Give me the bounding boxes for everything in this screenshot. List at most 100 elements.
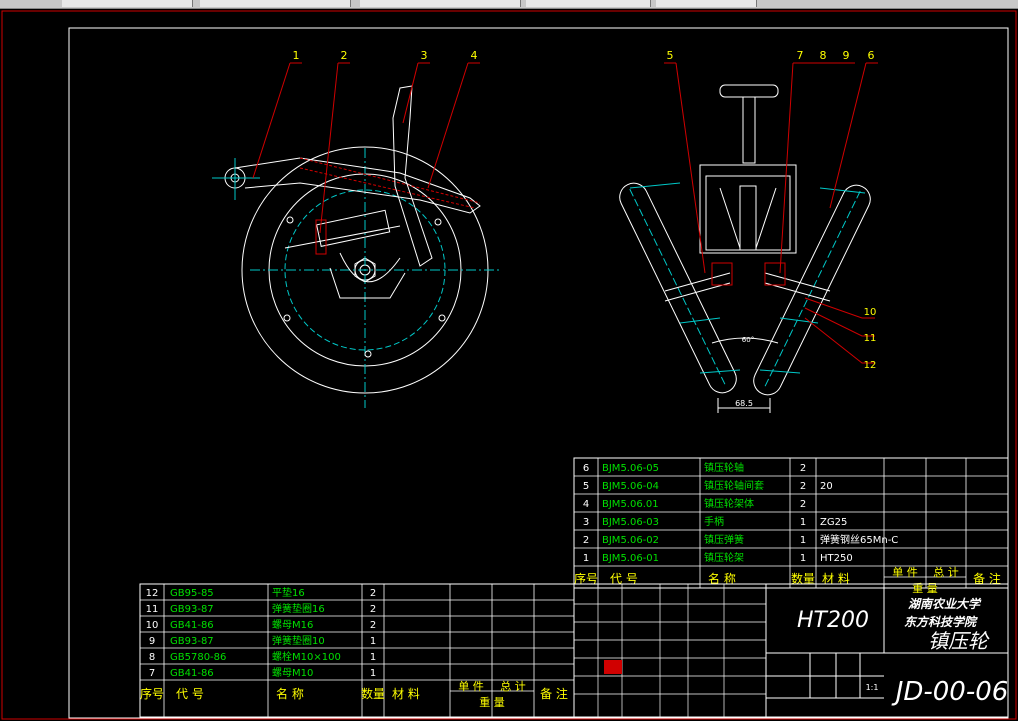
tab-4[interactable] <box>526 0 651 7</box>
left-axle-nut <box>711 262 733 286</box>
tab-2[interactable] <box>200 0 351 7</box>
lower-row-name: 弹簧垫圈16 <box>272 602 325 615</box>
upper-row-code: BJM5.06.01 <box>602 499 659 510</box>
balloon-9: 9 <box>843 49 850 62</box>
handle <box>392 85 433 267</box>
center-frame-inner <box>705 175 791 251</box>
bolt-hole <box>283 314 291 322</box>
balloon-1: 1 <box>293 49 300 62</box>
upper-row-code: BJM5.06-03 <box>602 517 659 528</box>
lower-header-seq: 序号 <box>140 686 164 701</box>
material-label: HT200 <box>797 608 869 633</box>
upper-row-name: 镇压轮架体 <box>704 497 754 510</box>
upper-row-material: 20 <box>820 481 833 492</box>
lower-row-qty: 2 <box>370 588 376 599</box>
lower-header-name: 名 称 <box>276 686 304 701</box>
lower-row-no: 9 <box>149 636 155 647</box>
upper-row-qty: 1 <box>800 517 806 528</box>
balloon-12: 12 <box>864 360 877 371</box>
dim-spacing: 68.5 <box>735 399 753 408</box>
parts-list-upper: 6 BJM5.06-05 镇压轮轴 2 5 BJM5.06-04 镇压轮轴间套 2 20 4 BJM… <box>573 457 1009 595</box>
lower-row-qty: 2 <box>370 604 376 615</box>
upper-row-material: HT250 <box>820 553 853 564</box>
lower-row-no: 12 <box>146 588 159 599</box>
tab-3[interactable] <box>360 0 521 7</box>
lower-row-code: GB41-86 <box>170 668 214 679</box>
lower-row-qty: 1 <box>370 636 376 647</box>
tab-5[interactable] <box>656 0 757 7</box>
school-name-1: 湖南农业大学 <box>908 597 982 611</box>
upper-row-no: 2 <box>583 535 589 546</box>
balloon-5: 5 <box>667 49 674 62</box>
upper-row-qty: 1 <box>800 535 806 546</box>
balloon-2: 2 <box>341 49 348 62</box>
tab-1[interactable] <box>62 0 193 7</box>
center-plate <box>739 185 757 251</box>
lower-row-no: 11 <box>146 604 159 615</box>
lower-row-name: 平垫16 <box>272 586 305 599</box>
upper-row-qty: 1 <box>800 553 806 564</box>
spring-rod <box>284 225 401 249</box>
lower-row-no: 7 <box>149 668 155 679</box>
upper-row-material: 弹簧钢丝65Mn-C <box>820 533 898 546</box>
balloon-10: 10 <box>864 307 877 318</box>
bolt-hole <box>286 216 294 224</box>
upper-row-code: BJM5.06-05 <box>602 463 659 474</box>
balloon-11: 11 <box>864 333 877 344</box>
upper-header-single: 单 件 <box>892 566 918 579</box>
bracket <box>329 267 406 299</box>
bolt-hole <box>364 350 372 358</box>
front-view <box>619 84 871 413</box>
lower-row-name: 螺栓M10×100 <box>272 650 341 663</box>
scale-value: 1:1 <box>866 683 879 692</box>
lower-header-single: 单 件 <box>458 680 484 693</box>
upper-header-weight: 重 量 <box>912 581 938 595</box>
upper-row-code: BJM5.06-02 <box>602 535 659 546</box>
upper-row-qty: 2 <box>800 499 806 510</box>
balloon-8: 8 <box>820 49 827 62</box>
side-view <box>212 85 500 408</box>
part-name: 镇压轮 <box>928 629 990 653</box>
bolt-hole <box>434 218 442 226</box>
lower-row-name: 螺母M10 <box>272 667 313 679</box>
upper-row-name: 手柄 <box>704 515 724 528</box>
lower-header-total: 总 计 <box>500 679 526 693</box>
left-balloons <box>252 62 480 234</box>
upper-row-name: 镇压轮架 <box>704 551 744 564</box>
school-name-2: 东方科技学院 <box>904 615 978 629</box>
lower-row-qty: 2 <box>370 620 376 631</box>
t-handle-bar <box>719 84 779 98</box>
lower-row-no: 10 <box>146 620 159 631</box>
bracket-curve <box>339 252 401 283</box>
upper-row-no: 3 <box>583 517 589 528</box>
upper-row-no: 4 <box>583 499 589 510</box>
bolt-hole <box>438 314 446 322</box>
t-handle-stem <box>742 96 756 164</box>
lower-row-name: 弹簧垫圈10 <box>272 634 325 647</box>
drawing-number: JD-00-06 <box>891 677 1009 707</box>
parts-list-lower: 12 GB95-85 平垫16 211 GB93-87 弹簧垫圈16 210 GB41-86 螺… <box>139 583 575 718</box>
cad-drawing-canvas[interactable]: 1 2 3 4 68.5 60° 5 7 8 9 6 10 11 12 6 BJ… <box>0 8 1018 721</box>
upper-row-name: 镇压弹簧 <box>704 533 744 546</box>
upper-header-total: 总 计 <box>933 565 959 579</box>
lower-row-name: 螺母M16 <box>272 619 313 631</box>
upper-row-name: 镇压轮轴 <box>704 461 744 474</box>
upper-row-material: ZG25 <box>820 517 847 528</box>
lower-header-note: 备 注 <box>540 686 568 701</box>
spring-housing <box>316 209 391 247</box>
lower-row-code: GB95-85 <box>170 588 214 599</box>
upper-row-qty: 2 <box>800 463 806 474</box>
lower-row-code: GB93-87 <box>170 604 214 615</box>
lower-row-code: GB5780-86 <box>170 652 226 663</box>
lower-row-qty: 1 <box>370 652 376 663</box>
lower-row-code: GB93-87 <box>170 636 214 647</box>
lower-row-qty: 1 <box>370 668 376 679</box>
upper-row-code: BJM5.06-04 <box>602 481 659 492</box>
lower-row-code: GB41-86 <box>170 620 214 631</box>
balloon-4: 4 <box>471 49 478 62</box>
balloon-6: 6 <box>868 49 875 62</box>
upper-row-qty: 2 <box>800 481 806 492</box>
upper-row-name: 镇压轮轴间套 <box>704 479 764 492</box>
frame-arm <box>234 157 481 214</box>
upper-row-no: 6 <box>583 463 589 474</box>
